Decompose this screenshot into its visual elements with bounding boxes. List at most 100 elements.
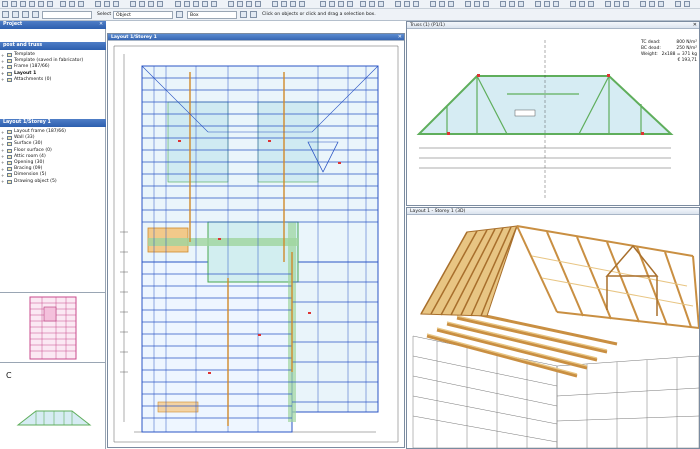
toolbar-icon[interactable]: [338, 1, 344, 7]
model-3d-view[interactable]: Layout 1 - Storey 1 (3D): [406, 207, 700, 449]
undo-icon[interactable]: [2, 1, 8, 7]
view-3d-icon[interactable]: [237, 1, 243, 7]
box-combo[interactable]: Box: [187, 11, 237, 19]
toolbar-icon[interactable]: [579, 1, 585, 7]
truss-tool-icon[interactable]: [202, 1, 208, 7]
expand-icon[interactable]: +: [1, 142, 5, 146]
pin-icon[interactable]: ✕: [99, 22, 103, 27]
toolbar-icon[interactable]: [465, 1, 471, 7]
tree-item[interactable]: + Attachments (0): [0, 77, 106, 83]
expand-icon[interactable]: +: [1, 136, 5, 140]
truss-thumbnail[interactable]: [14, 391, 94, 431]
toolbar-icon[interactable]: [544, 1, 550, 7]
redo-icon[interactable]: [11, 1, 17, 7]
print-icon[interactable]: [47, 1, 53, 7]
open-file-icon[interactable]: [29, 1, 35, 7]
close-icon[interactable]: ✕: [693, 22, 697, 28]
surface-tool-icon[interactable]: [193, 1, 199, 7]
zoom-fit-icon[interactable]: [113, 1, 119, 7]
model-3d-render: [412, 225, 699, 448]
zoom-in-icon[interactable]: [95, 1, 101, 7]
toolbar-icon[interactable]: [413, 1, 419, 7]
toolbar-icon[interactable]: [430, 1, 436, 7]
opening-tool-icon[interactable]: [184, 1, 190, 7]
close-icon[interactable]: ✕: [398, 34, 402, 40]
section-header-truss[interactable]: post and truss: [0, 42, 106, 50]
toolbar-icon[interactable]: [518, 1, 524, 7]
toolbar-icon[interactable]: [614, 1, 620, 7]
toolbar-icon[interactable]: [570, 1, 576, 7]
expand-icon[interactable]: +: [1, 65, 5, 69]
toolbar-icon[interactable]: [658, 1, 664, 7]
toolbar-icon[interactable]: [474, 1, 480, 7]
paste-icon[interactable]: [69, 1, 75, 7]
save-icon[interactable]: [38, 1, 44, 7]
expand-icon[interactable]: +: [1, 59, 5, 63]
expand-icon[interactable]: +: [1, 72, 5, 76]
toolbar-icon[interactable]: [684, 1, 690, 7]
section-header-layout[interactable]: Layout 1/Storey 1: [0, 119, 106, 127]
truss-view[interactable]: Truss (1) (P1/1) ✕ TC dead: 800 N/m² BC de…: [406, 21, 700, 206]
snap-icon[interactable]: [290, 1, 296, 7]
expand-icon[interactable]: +: [1, 161, 5, 165]
settings-icon[interactable]: [255, 1, 261, 7]
toolbar-icon[interactable]: [483, 1, 489, 7]
toolbar-icon[interactable]: [439, 1, 445, 7]
wall-tool-icon[interactable]: [175, 1, 181, 7]
dimension-tool-icon[interactable]: [228, 1, 234, 7]
expand-icon[interactable]: +: [1, 155, 5, 159]
grid-icon[interactable]: [281, 1, 287, 7]
text-tool-icon[interactable]: [157, 1, 163, 7]
toolbar-icon[interactable]: [509, 1, 515, 7]
pointer-icon[interactable]: [2, 11, 9, 18]
zoom-out-icon[interactable]: [104, 1, 110, 7]
bracing-tool-icon[interactable]: [211, 1, 217, 7]
expand-icon[interactable]: +: [1, 53, 5, 57]
expand-icon[interactable]: +: [1, 130, 5, 134]
tree-item-label: Bracing (09): [14, 166, 43, 172]
toolbar-icon[interactable]: [395, 1, 401, 7]
toolbar-icon[interactable]: [448, 1, 454, 7]
layer-icon[interactable]: [272, 1, 278, 7]
pan-icon[interactable]: [12, 11, 19, 18]
toolbar-icon[interactable]: [404, 1, 410, 7]
draw-arc-icon[interactable]: [148, 1, 154, 7]
toolbar-icon[interactable]: [347, 1, 353, 7]
plan-thumbnail[interactable]: [26, 295, 80, 361]
toolbar-icon[interactable]: [535, 1, 541, 7]
plan-view[interactable]: Layout 1/Storey 1 ✕: [107, 33, 405, 448]
move-icon[interactable]: [32, 11, 39, 18]
expand-icon[interactable]: +: [1, 180, 5, 184]
deselect-icon[interactable]: [250, 11, 257, 18]
expand-icon[interactable]: +: [1, 149, 5, 153]
toolbar-icon[interactable]: [320, 1, 326, 7]
toolbar-icon[interactable]: [369, 1, 375, 7]
select-all-icon[interactable]: [240, 11, 247, 18]
toolbar-icon[interactable]: [675, 1, 681, 7]
copy-icon[interactable]: [60, 1, 66, 7]
toolbar-icon[interactable]: [605, 1, 611, 7]
toolbar-icon[interactable]: [500, 1, 506, 7]
draw-line-icon[interactable]: [130, 1, 136, 7]
tree-item[interactable]: + Drawing object (5): [0, 179, 106, 185]
filter-icon[interactable]: [176, 11, 183, 18]
draw-rect-icon[interactable]: [139, 1, 145, 7]
report-icon[interactable]: [246, 1, 252, 7]
toolbar-icon[interactable]: [329, 1, 335, 7]
toolbar-icon[interactable]: [640, 1, 646, 7]
toolbar-icon[interactable]: [588, 1, 594, 7]
delete-icon[interactable]: [78, 1, 84, 7]
new-file-icon[interactable]: [20, 1, 26, 7]
toolbar-icon[interactable]: [649, 1, 655, 7]
help-icon[interactable]: [299, 1, 305, 7]
rotate-icon[interactable]: [22, 11, 29, 18]
expand-icon[interactable]: +: [1, 167, 5, 171]
expand-icon[interactable]: +: [1, 78, 5, 82]
toolbar-icon[interactable]: [360, 1, 366, 7]
object-combo[interactable]: Object: [113, 11, 173, 19]
toolbar-icon[interactable]: [553, 1, 559, 7]
toolbar-icon[interactable]: [623, 1, 629, 7]
expand-icon[interactable]: +: [1, 173, 5, 177]
tool-combo[interactable]: [42, 11, 92, 19]
toolbar-icon[interactable]: [378, 1, 384, 7]
